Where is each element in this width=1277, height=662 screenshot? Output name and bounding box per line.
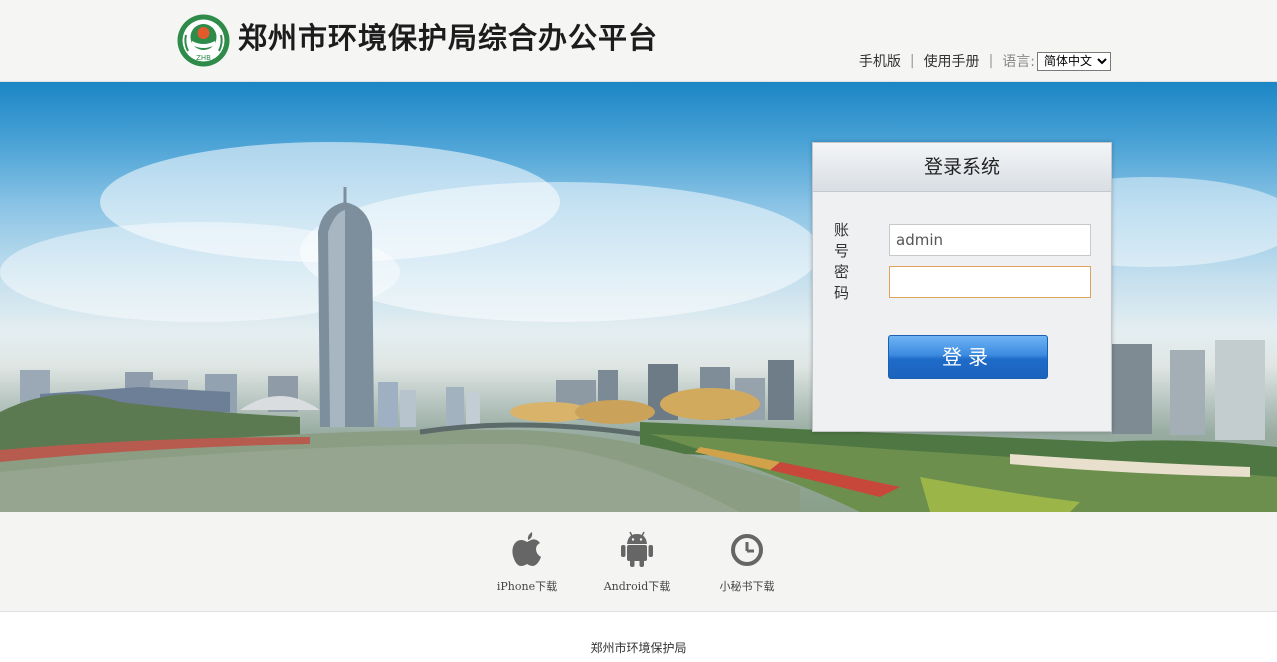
account-input[interactable] [889, 224, 1091, 256]
site-title: 郑州市环境保护局综合办公平台 [238, 21, 659, 55]
account-label: 账 号 [834, 221, 864, 260]
iphone-download[interactable]: iPhone下载 [472, 530, 582, 594]
secretary-download[interactable]: 小秘书下载 [692, 530, 802, 594]
header: ZHB 郑州市环境保护局综合办公平台 手机版 | 使用手册 | 语言: 简体中文 [0, 0, 1277, 82]
apple-icon [512, 532, 541, 566]
clock-icon [731, 534, 763, 566]
logo-text: ZHB [196, 54, 211, 62]
login-button[interactable]: 登录 [888, 335, 1048, 379]
mobile-version-link[interactable]: 手机版 [859, 51, 901, 71]
android-download[interactable]: Android下载 [582, 530, 692, 594]
password-label: 密 码 [834, 263, 864, 302]
top-nav: 手机版 | 使用手册 | 语言: 简体中文 [859, 51, 1111, 71]
language-label: 语言: [1002, 54, 1035, 70]
android-icon [621, 531, 653, 567]
language-select[interactable]: 简体中文 [1037, 51, 1111, 71]
logo-icon: ZHB [177, 14, 230, 67]
download-bar: iPhone下载 Android下载 小秘书下载 [0, 512, 1277, 612]
iphone-download-label: iPhone下载 [496, 580, 558, 593]
login-title: 登录系统 [813, 143, 1111, 192]
secretary-download-label: 小秘书下载 [719, 580, 775, 593]
android-download-label: Android下载 [603, 580, 671, 593]
password-input[interactable] [889, 266, 1091, 298]
nav-separator: | [909, 53, 915, 69]
login-panel: 登录系统 账 号 密 码 登录 [812, 142, 1112, 432]
footer-org-name: 郑州市环境保护局 [590, 641, 687, 655]
user-manual-link[interactable]: 使用手册 [924, 51, 980, 71]
nav-separator: | [988, 53, 994, 69]
password-row: 密 码 [834, 261, 1091, 303]
account-row: 账 号 [834, 219, 1091, 261]
